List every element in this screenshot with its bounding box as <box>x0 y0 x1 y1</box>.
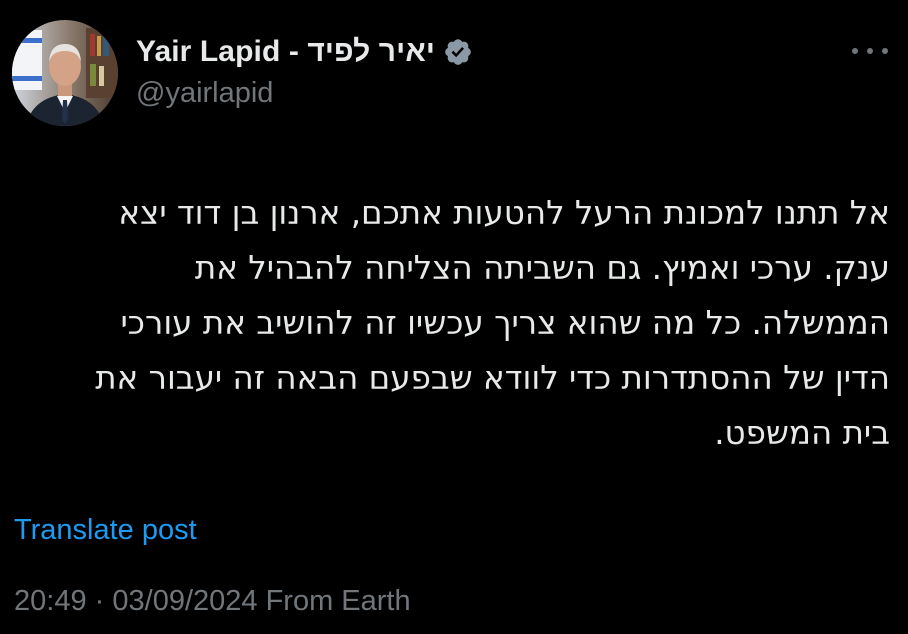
tweet-container: Yair Lapid - יאיר לפיד @yairlapid אל תתנ… <box>0 0 908 634</box>
author-handle[interactable]: @yairlapid <box>136 77 273 110</box>
tweet-line: אל תתנו למכונת הרעל להטעות אתכם, ארנון ב… <box>118 194 890 232</box>
tweet-line: ענק. ערכי ואמיץ. גם השביתה הצליחה להבהיל… <box>194 249 890 287</box>
tweet-meta: 20:49 · 03/09/2024 From Earth <box>14 585 411 618</box>
tweet-body: אל תתנו למכונת הרעל להטעות אתכם, ארנון ב… <box>14 186 890 461</box>
verified-badge-icon[interactable] <box>443 37 473 67</box>
tweet-date[interactable]: 03/09/2024 <box>112 585 257 617</box>
tweet-source: From Earth <box>265 585 411 617</box>
author-name-row[interactable]: Yair Lapid - יאיר לפיד <box>136 30 473 74</box>
more-horizontal-icon[interactable] <box>848 38 892 64</box>
tweet-line: הממשלה. כל מה שהוא צריך עכשיו זה להושיב … <box>120 304 890 342</box>
tweet-time[interactable]: 20:49 <box>14 585 87 617</box>
avatar[interactable] <box>12 20 118 126</box>
author-display-name[interactable]: Yair Lapid - יאיר לפיד <box>136 35 435 69</box>
tweet-line: הדין של ההסתדרות כדי לוודא שבפעם הבאה זה… <box>95 359 890 397</box>
tweet-line: בית המשפט. <box>714 414 890 452</box>
more-dot <box>867 48 873 54</box>
more-dot <box>852 48 858 54</box>
meta-separator: · <box>94 585 105 617</box>
translate-post-link[interactable]: Translate post <box>14 514 197 547</box>
more-dot <box>882 48 888 54</box>
